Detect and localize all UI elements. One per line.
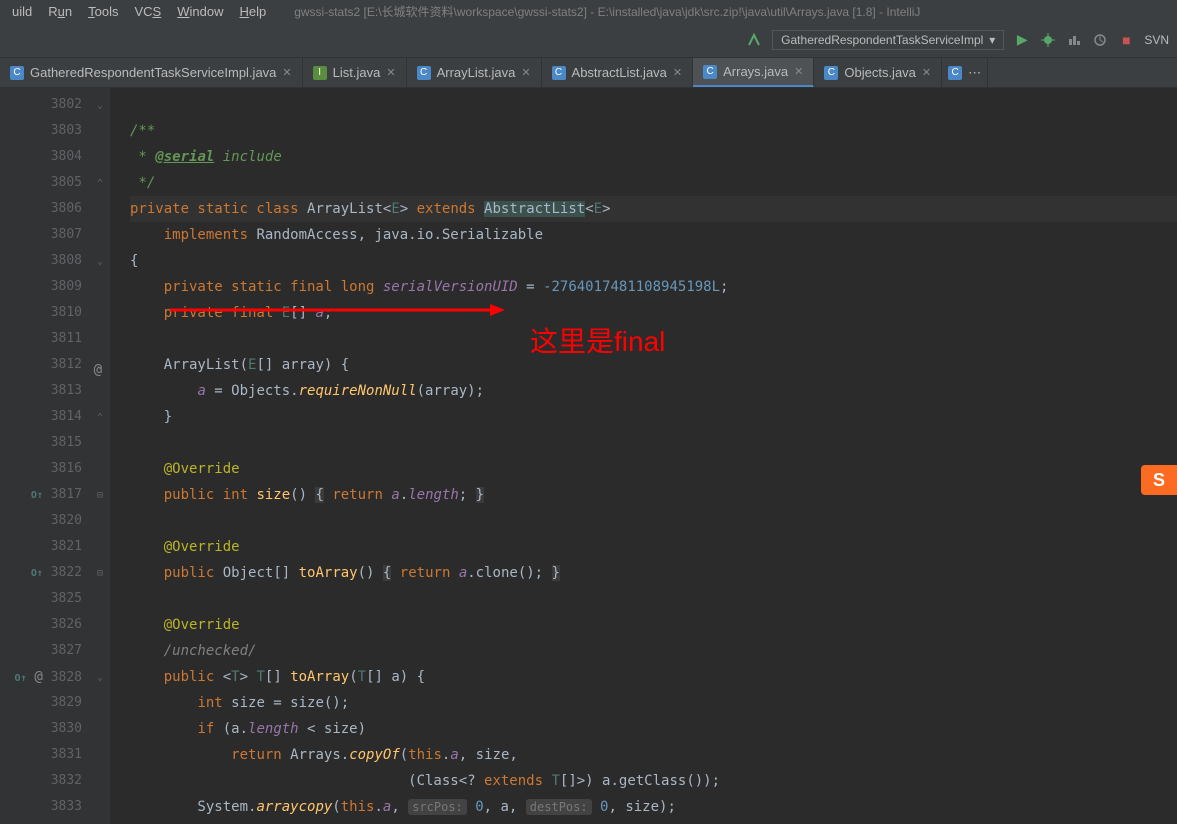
menu-vcs[interactable]: VCS	[126, 4, 169, 19]
close-icon[interactable]: ✕	[386, 66, 395, 79]
line-number: O↑ 3822	[0, 560, 82, 586]
class-icon: C	[417, 66, 431, 80]
class-icon: C	[552, 66, 566, 80]
fold-icon[interactable]: ⌃	[90, 170, 110, 196]
line-number: 3804	[0, 144, 82, 170]
fold-icon[interactable]: ⌄	[90, 92, 110, 118]
fold-icon[interactable]: ⌄	[90, 664, 110, 690]
line-number: O↑ @ 3828	[0, 664, 82, 690]
menu-window[interactable]: Window	[169, 4, 231, 19]
override-mark-icon: O↑	[31, 568, 43, 579]
build-icon[interactable]	[746, 32, 762, 48]
interface-icon: I	[313, 66, 327, 80]
profile-icon[interactable]	[1092, 32, 1108, 48]
line-number: O↑ 3817	[0, 482, 82, 508]
close-icon[interactable]: ✕	[282, 66, 291, 79]
line-number: 3807	[0, 222, 82, 248]
fold-column: ⌄ ⌃ ⌄ ⌄ ⌃ ⊟ ⊟ ⌄	[90, 88, 110, 824]
debug-icon[interactable]	[1040, 32, 1056, 48]
chevron-down-icon: ▾	[989, 33, 995, 47]
window-title: gwssi-stats2 [E:\长城软件资料\workspace\gwssi-…	[294, 3, 920, 20]
line-number: 3826	[0, 612, 82, 638]
tab-objects[interactable]: C Objects.java ✕	[814, 58, 942, 87]
line-number: 3831	[0, 742, 82, 768]
line-number: 3825	[0, 586, 82, 612]
menu-help[interactable]: Help	[231, 4, 274, 19]
line-number: 3832	[0, 768, 82, 794]
close-icon[interactable]: ✕	[521, 66, 530, 79]
menu-bar: uild Run Tools VCS Window Help gwssi-sta…	[0, 0, 1177, 22]
line-number: 3802	[0, 92, 82, 118]
menu-build[interactable]: uild	[4, 4, 40, 19]
run-config-dropdown[interactable]: GatheredRespondentTaskServiceImpl ▾	[772, 30, 1004, 50]
line-number: 3803	[0, 118, 82, 144]
line-number: 3827	[0, 638, 82, 664]
line-number: 3816	[0, 456, 82, 482]
line-number: 3805	[0, 170, 82, 196]
tab-abstractlist[interactable]: C AbstractList.java ✕	[542, 58, 694, 87]
fold-icon[interactable]: ⊟	[90, 560, 110, 586]
tab-gathered[interactable]: C GatheredRespondentTaskServiceImpl.java…	[0, 58, 303, 87]
override-mark-icon: O↑	[31, 490, 43, 501]
at-mark-icon: @	[34, 669, 42, 685]
editor-tabs: C GatheredRespondentTaskServiceImpl.java…	[0, 58, 1177, 88]
class-icon: C	[824, 66, 838, 80]
code-editor[interactable]: 3802 3803 3804 3805 3806 3807 3808 3809 …	[0, 88, 1177, 824]
line-number: 3806	[0, 196, 82, 222]
stop-icon[interactable]: ■	[1118, 32, 1134, 48]
tab-arraylist[interactable]: C ArrayList.java ✕	[407, 58, 542, 87]
line-number: 3811	[0, 326, 82, 352]
line-number: 3833	[0, 794, 82, 820]
menu-run[interactable]: Run	[40, 4, 80, 19]
tab-arrays[interactable]: C Arrays.java ✕	[693, 58, 814, 87]
fold-icon[interactable]: ⌄	[90, 248, 110, 274]
fold-icon[interactable]: ⊟	[90, 482, 110, 508]
class-icon: C	[10, 66, 24, 80]
line-number: 3810	[0, 300, 82, 326]
tab-more[interactable]: C ⋯	[942, 58, 988, 87]
main-toolbar: GatheredRespondentTaskServiceImpl ▾ ▶ ■ …	[0, 22, 1177, 58]
tab-list[interactable]: I List.java ✕	[303, 58, 407, 87]
class-icon: C	[703, 65, 717, 79]
run-icon[interactable]: ▶	[1014, 32, 1030, 48]
line-number: 3815	[0, 430, 82, 456]
line-number: 3812@	[0, 352, 82, 378]
line-number: 3808	[0, 248, 82, 274]
close-icon[interactable]: ✕	[794, 65, 803, 78]
line-number: 3809	[0, 274, 82, 300]
at-mark-icon: @	[88, 357, 102, 371]
line-number: 3820	[0, 508, 82, 534]
line-number: 3814	[0, 404, 82, 430]
class-icon: C	[948, 66, 962, 80]
line-number: 3830	[0, 716, 82, 742]
line-gutter: 3802 3803 3804 3805 3806 3807 3808 3809 …	[0, 88, 90, 824]
close-icon[interactable]: ✕	[922, 66, 931, 79]
svn-label[interactable]: SVN	[1144, 33, 1169, 47]
override-mark-icon: O↑	[15, 673, 27, 684]
close-icon[interactable]: ✕	[673, 66, 682, 79]
code-area[interactable]: /** * @serial include */ private static …	[110, 88, 1177, 824]
line-number: 3813	[0, 378, 82, 404]
sogou-ime-icon[interactable]: S	[1141, 465, 1177, 495]
line-number: 3829	[0, 690, 82, 716]
line-number: 3821	[0, 534, 82, 560]
fold-icon[interactable]: ⌃	[90, 404, 110, 430]
menu-tools[interactable]: Tools	[80, 4, 126, 19]
annotation-text: 这里是final	[530, 320, 665, 360]
coverage-icon[interactable]	[1066, 32, 1082, 48]
annotation-arrow	[170, 300, 510, 330]
run-config-label: GatheredRespondentTaskServiceImpl	[781, 33, 983, 47]
